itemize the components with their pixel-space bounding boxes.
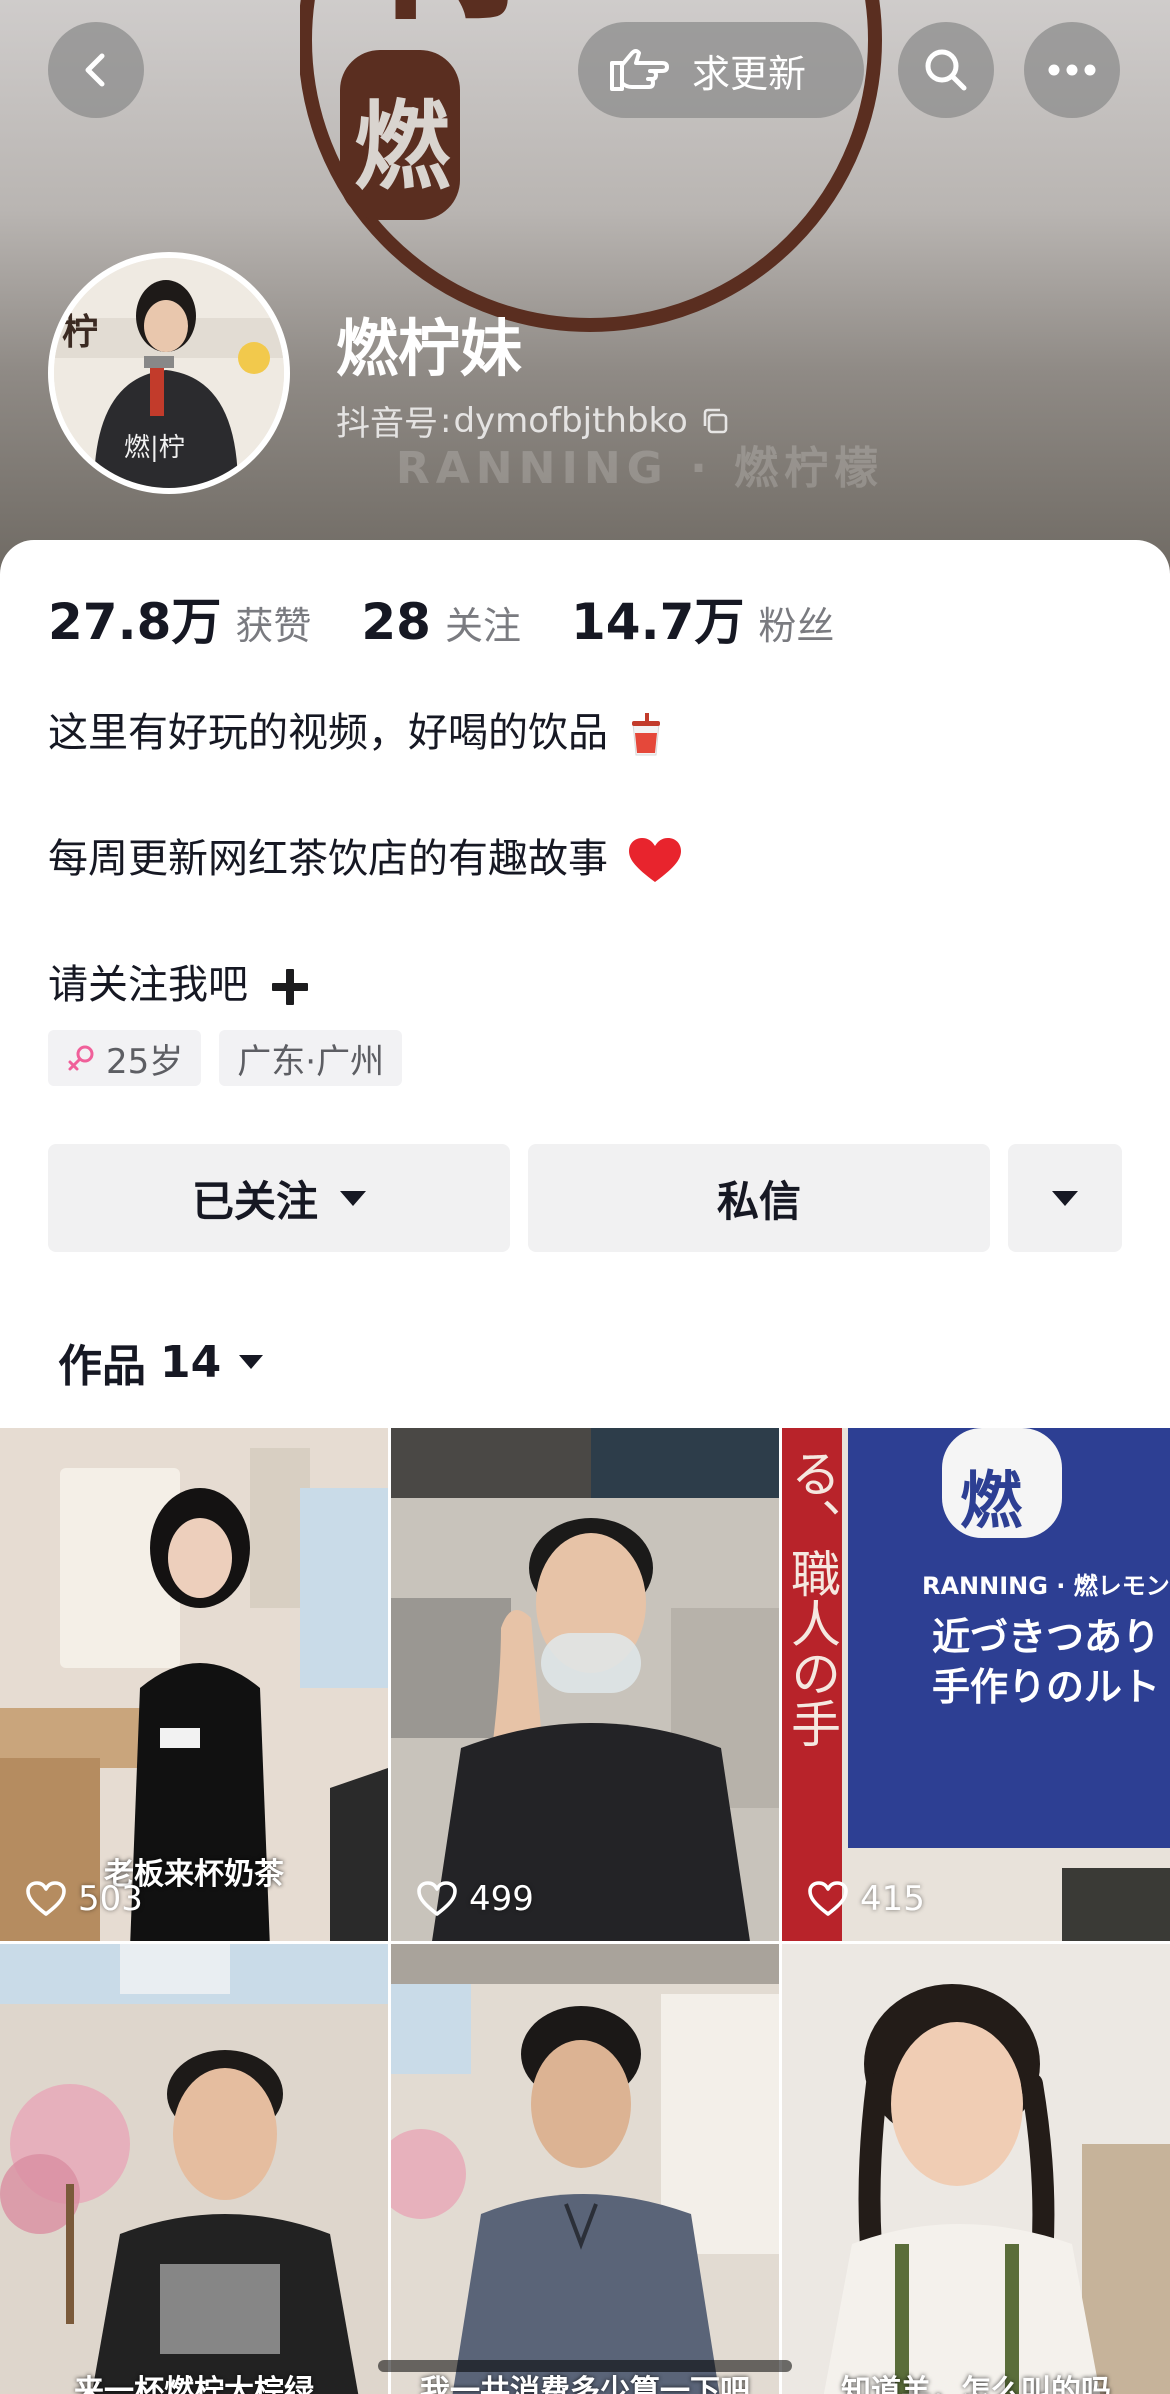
- caret-down-icon: [340, 1190, 366, 1206]
- video-like-count: 503: [26, 1879, 143, 1919]
- video-thumbnail[interactable]: 499: [391, 1428, 779, 1941]
- copy-icon: [703, 408, 728, 433]
- douyin-id-value: dymofbjthbko: [453, 400, 688, 441]
- request-update-button[interactable]: 求更新: [578, 22, 864, 118]
- stat-following-value: 28: [361, 593, 431, 651]
- age-tag-label: 25岁: [106, 1041, 184, 1082]
- pointing-hand-icon: [610, 49, 669, 91]
- sign-line2-text: 手作りのルト: [932, 1665, 1160, 1709]
- copy-id-button[interactable]: [700, 406, 730, 436]
- bio-line: 每周更新网红茶饮店的有趣故事: [48, 826, 681, 884]
- location-tag: 广东·广州: [219, 1030, 403, 1086]
- heart-outline-icon: [808, 1881, 848, 1917]
- heart-outline-icon: [26, 1881, 66, 1917]
- douyin-id-row: 抖音号 : dymofbjthbko: [336, 396, 730, 445]
- video-like-value: 499: [469, 1879, 534, 1919]
- svg-text:柠: 柠: [360, 0, 560, 48]
- home-indicator[interactable]: [378, 2360, 792, 2372]
- video-thumbnail-image: る、職人の手 燃 RANNING · 燃レモン 近づきつあり 手作りのルト: [782, 1428, 1170, 1941]
- more-dots-icon: [1048, 64, 1096, 76]
- svg-text:燃|柠: 燃|柠: [124, 433, 185, 463]
- age-tag: 25岁: [48, 1030, 202, 1086]
- svg-text:燃: 燃: [960, 1464, 1023, 1537]
- plus-icon: [271, 969, 308, 1005]
- avatar[interactable]: 柠 燃|柠: [48, 252, 290, 494]
- chevron-left-icon: [85, 53, 105, 87]
- search-icon: [925, 49, 967, 91]
- video-grid-row-2: 来一杯燃柠大棕绿 我一共消费多少算一下吧 知道羊，怎么叫的吗: [0, 1944, 1170, 2394]
- video-thumbnail[interactable]: 来一杯燃柠大棕绿: [0, 1944, 388, 2394]
- profile-actions: 已关注 私信: [48, 1144, 1122, 1252]
- back-button[interactable]: [48, 22, 144, 118]
- svg-text:燃: 燃: [354, 91, 451, 203]
- profile-cover: 柠 燃 RANNING · 燃柠檬 求更新 柠: [0, 0, 1170, 600]
- bubble-tea-icon: [631, 713, 660, 756]
- bio-line: 请关注我吧: [48, 952, 311, 1010]
- video-thumbnail[interactable]: 我一共消费多少算一下吧: [391, 1944, 779, 2394]
- video-thumbnail[interactable]: る、職人の手 燃 RANNING · 燃レモン 近づきつあり 手作りのルト 41…: [782, 1428, 1170, 1941]
- followed-button[interactable]: 已关注: [48, 1144, 510, 1252]
- video-thumbnail[interactable]: 老板来杯奶茶 503: [0, 1428, 388, 1941]
- bio-line-1: 这里有好玩的视频，好喝的饮品: [48, 710, 608, 756]
- search-button[interactable]: [898, 22, 994, 118]
- more-options-button[interactable]: [1024, 22, 1120, 118]
- video-thumbnail-image: [391, 1428, 779, 1941]
- stat-likes-label: 获赞: [235, 604, 312, 648]
- works-tab-label: 作品: [58, 1341, 146, 1392]
- profile-stats: 27.8万 获赞 28 关注 14.7万 粉丝: [48, 582, 884, 654]
- message-button-label: 私信: [716, 1176, 801, 1226]
- video-like-count: 499: [417, 1879, 534, 1919]
- stat-following-label: 关注: [444, 604, 521, 648]
- douyin-id-separator: :: [440, 400, 452, 441]
- video-caption: 知道羊，怎么叫的吗: [841, 2374, 1111, 2394]
- location-tag-label: 广东·广州: [237, 1041, 385, 1082]
- stat-likes-value: 27.8万: [48, 593, 222, 651]
- svg-text:柠: 柠: [62, 311, 98, 353]
- video-like-value: 415: [860, 1879, 925, 1919]
- video-grid: 老板来杯奶茶 503 499 る、職人の手 燃 RANNING · 燃レモン 近…: [0, 1428, 1170, 1941]
- video-caption: 来一杯燃柠大棕绿: [74, 2374, 314, 2394]
- avatar-image: 柠 燃|柠: [54, 258, 284, 488]
- video-thumbnail[interactable]: 知道羊，怎么叫的吗: [782, 1944, 1170, 2394]
- stat-likes[interactable]: 27.8万 获赞: [48, 582, 311, 654]
- stat-followers[interactable]: 14.7万 粉丝: [571, 582, 834, 654]
- stat-following[interactable]: 28 关注: [361, 593, 521, 651]
- female-gender-icon: [66, 1043, 96, 1073]
- heart-outline-icon: [417, 1881, 457, 1917]
- douyin-id-label: 抖音号: [336, 404, 438, 444]
- sign-brand-text: RANNING · 燃レモン: [922, 1572, 1170, 1600]
- works-tab[interactable]: 作品 14: [58, 1330, 264, 1394]
- bio-line-2: 每周更新网红茶饮店的有趣故事: [48, 836, 608, 882]
- caret-down-icon: [239, 1355, 264, 1369]
- recommend-dropdown-button[interactable]: [1008, 1144, 1122, 1252]
- message-button[interactable]: 私信: [528, 1144, 990, 1252]
- sign-line1-text: 近づきつあり: [932, 1615, 1160, 1659]
- profile-tags: 25岁 广东·广州: [48, 1030, 420, 1086]
- bio-line-3: 请关注我吧: [48, 962, 248, 1008]
- red-heart-icon: [628, 838, 681, 882]
- followed-button-label: 已关注: [191, 1176, 318, 1226]
- stat-followers-value: 14.7万: [571, 593, 745, 651]
- video-like-count: 415: [808, 1879, 925, 1919]
- video-thumbnail-image: [391, 1944, 779, 2394]
- bio-line: 这里有好玩的视频，好喝的饮品: [48, 700, 663, 758]
- sign-side-text: る、職人の手: [783, 1448, 841, 1748]
- works-count: 14: [160, 1336, 222, 1388]
- video-thumbnail-image: [0, 1944, 388, 2394]
- caret-down-icon: [1052, 1190, 1078, 1206]
- stat-followers-label: 粉丝: [758, 604, 835, 648]
- video-like-value: 503: [78, 1879, 143, 1919]
- profile-nickname: 燃柠妹: [336, 312, 523, 385]
- request-update-label: 求更新: [692, 51, 807, 96]
- video-thumbnail-image: [782, 1944, 1170, 2394]
